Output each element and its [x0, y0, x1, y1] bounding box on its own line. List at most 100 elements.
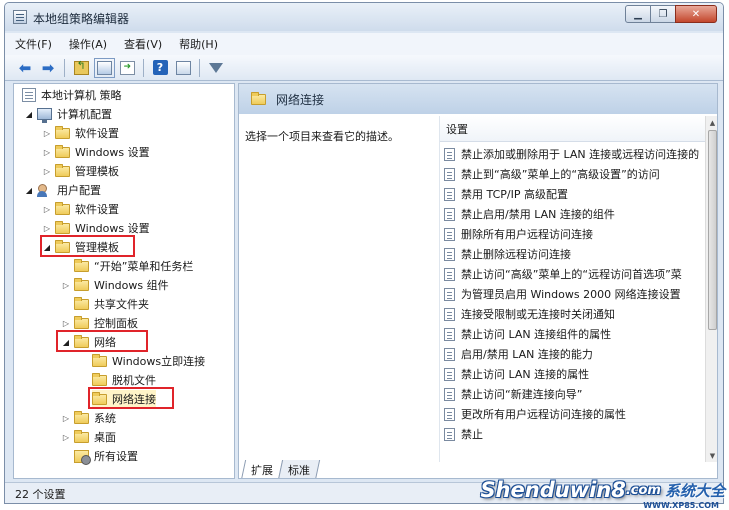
up-folder-icon [73, 59, 89, 75]
policy-setting-icon [444, 307, 455, 321]
back-arrow-icon[interactable]: ⬅ [15, 58, 35, 78]
setting-item[interactable]: 更改所有用户远程访问连接的属性 [444, 404, 706, 424]
tree-item-cc-admin[interactable]: ▷ 管理模板 [42, 162, 119, 180]
setting-item[interactable]: 为管理员启用 Windows 2000 网络连接设置 [444, 284, 706, 304]
watermark-sub: WWW.XP85.COM [643, 501, 719, 510]
tree-item-user-config[interactable]: ◢ 用户配置 [24, 181, 101, 199]
policy-setting-icon [444, 367, 455, 381]
setting-item[interactable]: 连接受限制或无连接时关闭通知 [444, 304, 706, 324]
expand-triangle-icon[interactable]: ◢ [24, 110, 34, 119]
setting-item[interactable]: 禁止添加或删除用于 LAN 连接或远程访问连接的 [444, 144, 706, 164]
help-button[interactable]: ? [150, 58, 170, 78]
toolbar-separator [64, 58, 65, 77]
collapse-triangle-icon[interactable]: ▷ [42, 129, 52, 138]
menu-action[interactable]: 操作(A) [69, 36, 107, 52]
vertical-scroll-thumb[interactable] [708, 130, 717, 330]
highlight-box-network [56, 330, 148, 352]
tree-item-all-settings[interactable]: 所有设置 [74, 447, 138, 465]
folder-icon [55, 144, 70, 158]
folder-icon [74, 315, 89, 329]
details-header: 网络连接 [239, 84, 717, 114]
tree-item-win-instant[interactable]: Windows立即连接 [92, 352, 205, 370]
tree-item-label: 桌面 [94, 431, 116, 444]
menu-view[interactable]: 查看(V) [124, 36, 162, 52]
tree-item-shared-folders[interactable]: 共享文件夹 [74, 295, 149, 313]
folder-icon [74, 410, 89, 424]
tree-item-uc-software[interactable]: ▷ 软件设置 [42, 200, 119, 218]
vertical-scrollbar[interactable]: ▲ ▼ [705, 116, 717, 462]
setting-item[interactable]: 禁止访问 LAN 连接组件的属性 [444, 324, 706, 344]
setting-item[interactable]: 禁止访问“高级”菜单上的“远程访问首选项”菜 [444, 264, 706, 284]
tree-item-desktop[interactable]: ▷ 桌面 [61, 428, 116, 446]
tree-item-cc-windows[interactable]: ▷ Windows 设置 [42, 143, 150, 161]
policy-setting-icon [444, 167, 455, 181]
tab-standard[interactable]: 标准 [277, 460, 321, 478]
collapse-triangle-icon[interactable]: ▷ [42, 224, 52, 233]
collapse-triangle-icon[interactable]: ▷ [61, 433, 71, 442]
up-folder-button[interactable] [71, 58, 91, 78]
computer-icon [37, 108, 52, 123]
tree-item-label: 计算机配置 [57, 108, 112, 121]
tree-item-root[interactable]: 本地计算机 策略 [22, 86, 122, 104]
setting-item[interactable]: 禁止到“高级”菜单上的“高级设置”的访问 [444, 164, 706, 184]
group-policy-editor-window: 本地组策略编辑器 ▁ ❐ ✕ 文件(F) 操作(A) 查看(V) 帮助(H) ⬅… [4, 2, 724, 504]
minimize-button[interactable]: ▁ [625, 5, 651, 23]
filter-button[interactable] [206, 58, 226, 78]
folder-icon [55, 201, 70, 215]
setting-item[interactable]: 禁止启用/禁用 LAN 连接的组件 [444, 204, 706, 224]
window-controls: ▁ ❐ ✕ [625, 5, 717, 23]
setting-item[interactable]: 禁止访问“新建连接向导” [444, 384, 706, 404]
close-button[interactable]: ✕ [675, 5, 717, 23]
collapse-triangle-icon[interactable]: ▷ [61, 319, 71, 328]
highlight-box-admin-templates [40, 235, 135, 257]
folder-icon [55, 125, 70, 139]
setting-item[interactable]: 删除所有用户远程访问连接 [444, 224, 706, 244]
folder-icon [55, 163, 70, 177]
tree-item-label: 所有设置 [94, 450, 138, 463]
setting-item[interactable]: 禁用 TCP/IP 高级配置 [444, 184, 706, 204]
app-icon [13, 10, 27, 24]
folder-icon [74, 277, 89, 291]
status-text: 22 个设置 [15, 487, 66, 501]
scroll-up-arrow-icon[interactable]: ▲ [706, 116, 717, 129]
column-header-setting[interactable]: 设置 [440, 116, 706, 142]
folder-icon [74, 429, 89, 443]
collapse-triangle-icon[interactable]: ▷ [61, 414, 71, 423]
all-settings-icon [74, 449, 91, 465]
setting-item[interactable]: 启用/禁用 LAN 连接的能力 [444, 344, 706, 364]
menu-help[interactable]: 帮助(H) [179, 36, 218, 52]
show-hide-tree-button[interactable] [93, 57, 115, 78]
properties-button[interactable] [173, 58, 193, 78]
collapse-triangle-icon[interactable]: ▷ [42, 167, 52, 176]
tree-item-label: 管理模板 [75, 165, 119, 178]
export-list-button[interactable] [117, 58, 137, 78]
menu-file[interactable]: 文件(F) [15, 36, 52, 52]
tab-extended[interactable]: 扩展 [240, 460, 284, 478]
tree-item-label: Windows 设置 [75, 146, 150, 159]
expand-triangle-icon[interactable]: ◢ [24, 186, 34, 195]
tree-item-label: 系统 [94, 412, 116, 425]
tree-item-cc-software[interactable]: ▷ 软件设置 [42, 124, 119, 142]
toolbar-separator [143, 58, 144, 77]
tree-item-label: 脱机文件 [112, 374, 156, 387]
setting-item[interactable]: 禁止 [444, 424, 706, 444]
setting-item[interactable]: 禁止访问 LAN 连接的属性 [444, 364, 706, 384]
tree-item-label: Windows立即连接 [112, 355, 206, 368]
folder-icon [92, 372, 107, 386]
collapse-triangle-icon[interactable]: ▷ [42, 148, 52, 157]
collapse-triangle-icon[interactable]: ▷ [61, 281, 71, 290]
tree-item-system[interactable]: ▷ 系统 [61, 409, 116, 427]
policy-setting-icon [444, 407, 455, 421]
tree-item-start-menu[interactable]: “开始”菜单和任务栏 [74, 257, 193, 275]
tree-item-win-components[interactable]: ▷ Windows 组件 [61, 276, 169, 294]
policy-document-icon [22, 88, 36, 102]
maximize-button[interactable]: ❐ [650, 5, 676, 23]
folder-icon [251, 91, 266, 105]
policy-setting-icon [444, 267, 455, 281]
filter-icon [209, 62, 223, 73]
collapse-triangle-icon[interactable]: ▷ [42, 205, 52, 214]
setting-item[interactable]: 禁止删除远程访问连接 [444, 244, 706, 264]
forward-arrow-icon[interactable]: ➡ [38, 58, 58, 78]
tree-item-computer-config[interactable]: ◢ 计算机配置 [24, 105, 112, 123]
scroll-down-arrow-icon[interactable]: ▼ [706, 449, 717, 462]
